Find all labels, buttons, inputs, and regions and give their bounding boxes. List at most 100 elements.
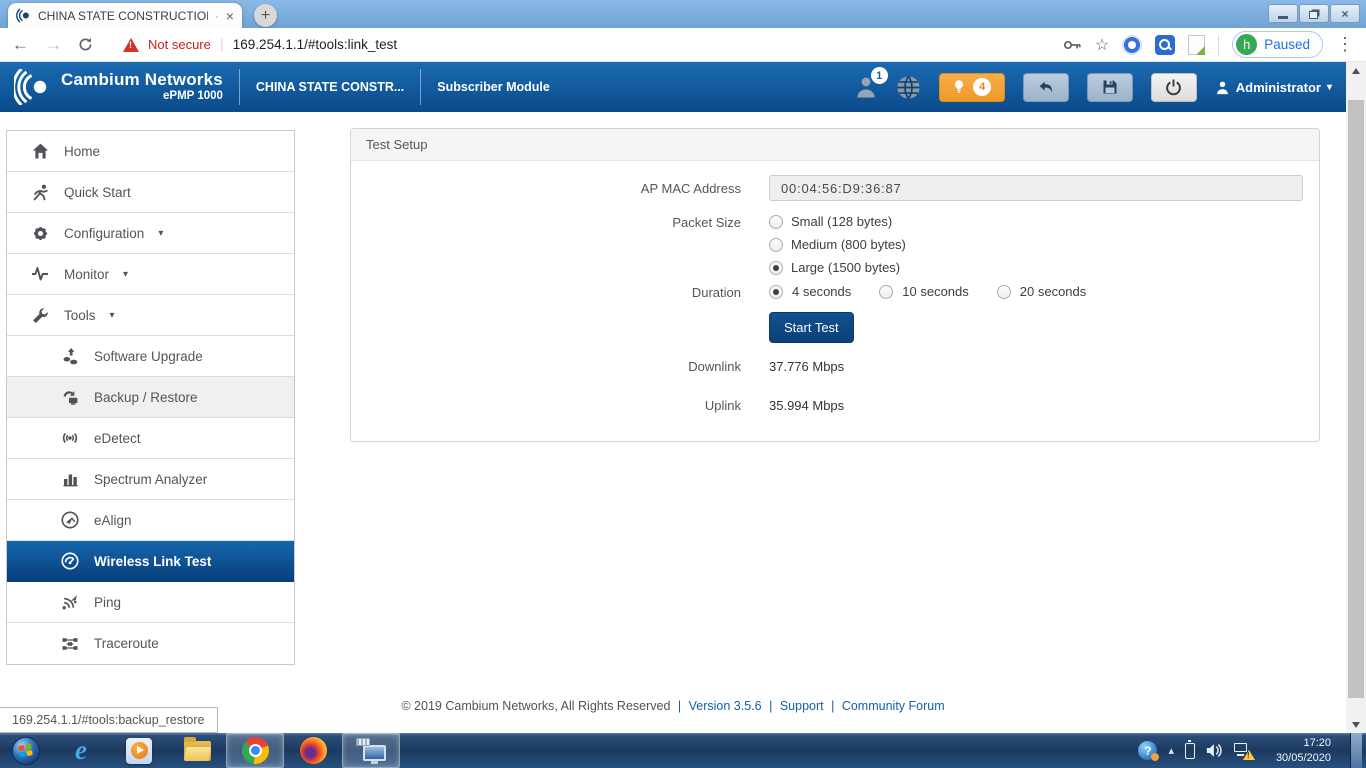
password-key-icon[interactable] bbox=[1063, 38, 1082, 52]
extension-search-icon[interactable] bbox=[1155, 35, 1175, 55]
window-titlebar: CHINA STATE CONSTRUCTION · × + × bbox=[0, 0, 1366, 28]
radio-packet-medium[interactable] bbox=[769, 238, 783, 252]
scrollbar-thumb[interactable] bbox=[1348, 100, 1364, 698]
sidebar-item-backup-restore[interactable]: Backup / Restore bbox=[7, 377, 294, 418]
version-link[interactable]: Version 3.5.6 bbox=[689, 699, 762, 713]
sessions-badge: 1 bbox=[871, 67, 888, 84]
taskbar-firefox-button[interactable] bbox=[284, 733, 342, 768]
sidebar-item-traceroute[interactable]: Traceroute bbox=[7, 623, 294, 664]
minimize-icon bbox=[1278, 16, 1288, 19]
tab-title: CHINA STATE CONSTRUCTION bbox=[38, 9, 208, 23]
sidebar-item-ealign[interactable]: eAlign bbox=[7, 500, 294, 541]
new-tab-button[interactable]: + bbox=[254, 4, 277, 27]
radio-duration-10s[interactable] bbox=[879, 285, 893, 299]
save-icon bbox=[1102, 79, 1118, 95]
sidebar-item-quick-start[interactable]: Quick Start bbox=[7, 172, 294, 213]
start-test-button[interactable]: Start Test bbox=[769, 312, 854, 343]
radio-packet-large[interactable] bbox=[769, 261, 783, 275]
address-bar[interactable]: Not secure | 169.254.1.1/#tools:link_tes… bbox=[109, 36, 1063, 53]
power-button[interactable] bbox=[1151, 73, 1197, 102]
not-secure-label[interactable]: Not secure bbox=[148, 37, 211, 52]
refresh-icon[interactable] bbox=[78, 37, 93, 52]
browser-menu-icon[interactable]: ⋮ bbox=[1336, 34, 1354, 55]
volume-icon[interactable] bbox=[1206, 743, 1223, 758]
file-explorer-icon bbox=[184, 741, 211, 761]
radio-label[interactable]: Large (1500 bytes) bbox=[791, 260, 900, 275]
user-menu[interactable]: Administrator ▾ bbox=[1215, 80, 1332, 95]
taskbar-clock[interactable]: 17:20 30/05/2020 bbox=[1265, 736, 1331, 766]
panel-title: Test Setup bbox=[351, 129, 1319, 161]
radio-duration-20s[interactable] bbox=[997, 285, 1011, 299]
sidebar-item-label: Quick Start bbox=[64, 185, 131, 200]
toolbar-divider bbox=[1218, 35, 1219, 55]
taskbar-explorer-button[interactable] bbox=[168, 733, 226, 768]
taskbar-remote-desktop-button[interactable] bbox=[342, 733, 400, 768]
radio-label[interactable]: Medium (800 bytes) bbox=[791, 237, 906, 252]
waveform-icon bbox=[29, 266, 51, 282]
notifications-button[interactable]: 4 bbox=[939, 73, 1005, 102]
back-icon[interactable]: ← bbox=[12, 35, 29, 55]
firefox-icon bbox=[300, 737, 327, 764]
undo-icon bbox=[1037, 80, 1055, 95]
sidebar-item-home[interactable]: Home bbox=[7, 131, 294, 172]
internet-explorer-icon: e bbox=[75, 737, 87, 764]
page-scrollbar[interactable] bbox=[1346, 62, 1366, 733]
undo-button[interactable] bbox=[1023, 73, 1069, 102]
save-button[interactable] bbox=[1087, 73, 1133, 102]
restore-button[interactable] bbox=[1299, 4, 1329, 23]
extension-notes-icon[interactable] bbox=[1188, 35, 1205, 55]
radio-label[interactable]: Small (128 bytes) bbox=[791, 214, 892, 229]
duration-label: Duration bbox=[351, 284, 741, 300]
close-button[interactable]: × bbox=[1330, 4, 1360, 23]
scroll-down-arrow[interactable] bbox=[1346, 716, 1366, 733]
show-desktop-button[interactable] bbox=[1350, 733, 1362, 768]
start-button[interactable] bbox=[6, 733, 46, 768]
community-forum-link[interactable]: Community Forum bbox=[842, 699, 945, 713]
not-secure-warning-icon[interactable] bbox=[123, 38, 139, 52]
chevron-down-icon: ▾ bbox=[123, 269, 128, 280]
admin-user-icon bbox=[1215, 80, 1230, 95]
chevron-down-icon: ▾ bbox=[158, 228, 163, 239]
minimize-button[interactable] bbox=[1268, 4, 1298, 23]
radio-label[interactable]: 4 seconds bbox=[792, 284, 851, 299]
browser-tab[interactable]: CHINA STATE CONSTRUCTION · × bbox=[8, 3, 242, 28]
radio-packet-small[interactable] bbox=[769, 215, 783, 229]
profile-button[interactable]: h Paused bbox=[1232, 31, 1323, 58]
taskbar-ie-button[interactable]: e bbox=[52, 733, 110, 768]
sidebar-item-spectrum-analyzer[interactable]: Spectrum Analyzer bbox=[7, 459, 294, 500]
sidebar-item-ping[interactable]: Ping bbox=[7, 582, 294, 623]
sidebar-item-edetect[interactable]: eDetect bbox=[7, 418, 294, 459]
downlink-label: Downlink bbox=[351, 359, 741, 374]
sidebar-item-tools[interactable]: Tools ▾ bbox=[7, 295, 294, 336]
tray-expand-icon[interactable]: ▴ bbox=[1168, 744, 1174, 757]
ap-mac-input[interactable] bbox=[769, 175, 1303, 201]
sessions-button[interactable]: 1 bbox=[854, 75, 878, 99]
lightbulb-icon bbox=[952, 79, 966, 95]
sidebar-item-configuration[interactable]: Configuration ▾ bbox=[7, 213, 294, 254]
extension-adblock-icon[interactable] bbox=[1122, 35, 1142, 55]
sidebar-item-label: Spectrum Analyzer bbox=[94, 472, 207, 487]
sidebar-item-wireless-link-test[interactable]: Wireless Link Test bbox=[7, 541, 294, 582]
tab-close-icon[interactable]: × bbox=[226, 9, 234, 23]
url-text[interactable]: 169.254.1.1/#tools:link_test bbox=[233, 37, 397, 52]
traceroute-nodes-icon bbox=[59, 636, 81, 652]
taskbar-media-player-button[interactable] bbox=[110, 733, 168, 768]
sidebar-item-label: Wireless Link Test bbox=[94, 554, 211, 569]
radio-label[interactable]: 10 seconds bbox=[902, 284, 969, 299]
scroll-up-arrow[interactable] bbox=[1346, 62, 1366, 79]
support-link[interactable]: Support bbox=[780, 699, 824, 713]
radio-duration-4s[interactable] bbox=[769, 285, 783, 299]
profile-avatar[interactable]: h bbox=[1236, 34, 1257, 55]
forward-icon: → bbox=[45, 35, 62, 55]
radio-label[interactable]: 20 seconds bbox=[1020, 284, 1087, 299]
language-globe-icon[interactable] bbox=[896, 75, 921, 100]
bookmark-star-icon[interactable]: ☆ bbox=[1095, 35, 1109, 55]
sidebar-item-software-upgrade[interactable]: Software Upgrade bbox=[7, 336, 294, 377]
user-menu-caret-icon: ▾ bbox=[1327, 82, 1332, 93]
network-warning-icon[interactable] bbox=[1234, 742, 1254, 760]
device-name: CHINA STATE CONSTR... bbox=[256, 80, 404, 94]
sidebar-item-monitor[interactable]: Monitor ▾ bbox=[7, 254, 294, 295]
taskbar-chrome-button[interactable] bbox=[226, 733, 284, 768]
tray-help-icon[interactable]: ? bbox=[1138, 741, 1157, 760]
battery-icon[interactable] bbox=[1185, 743, 1195, 759]
